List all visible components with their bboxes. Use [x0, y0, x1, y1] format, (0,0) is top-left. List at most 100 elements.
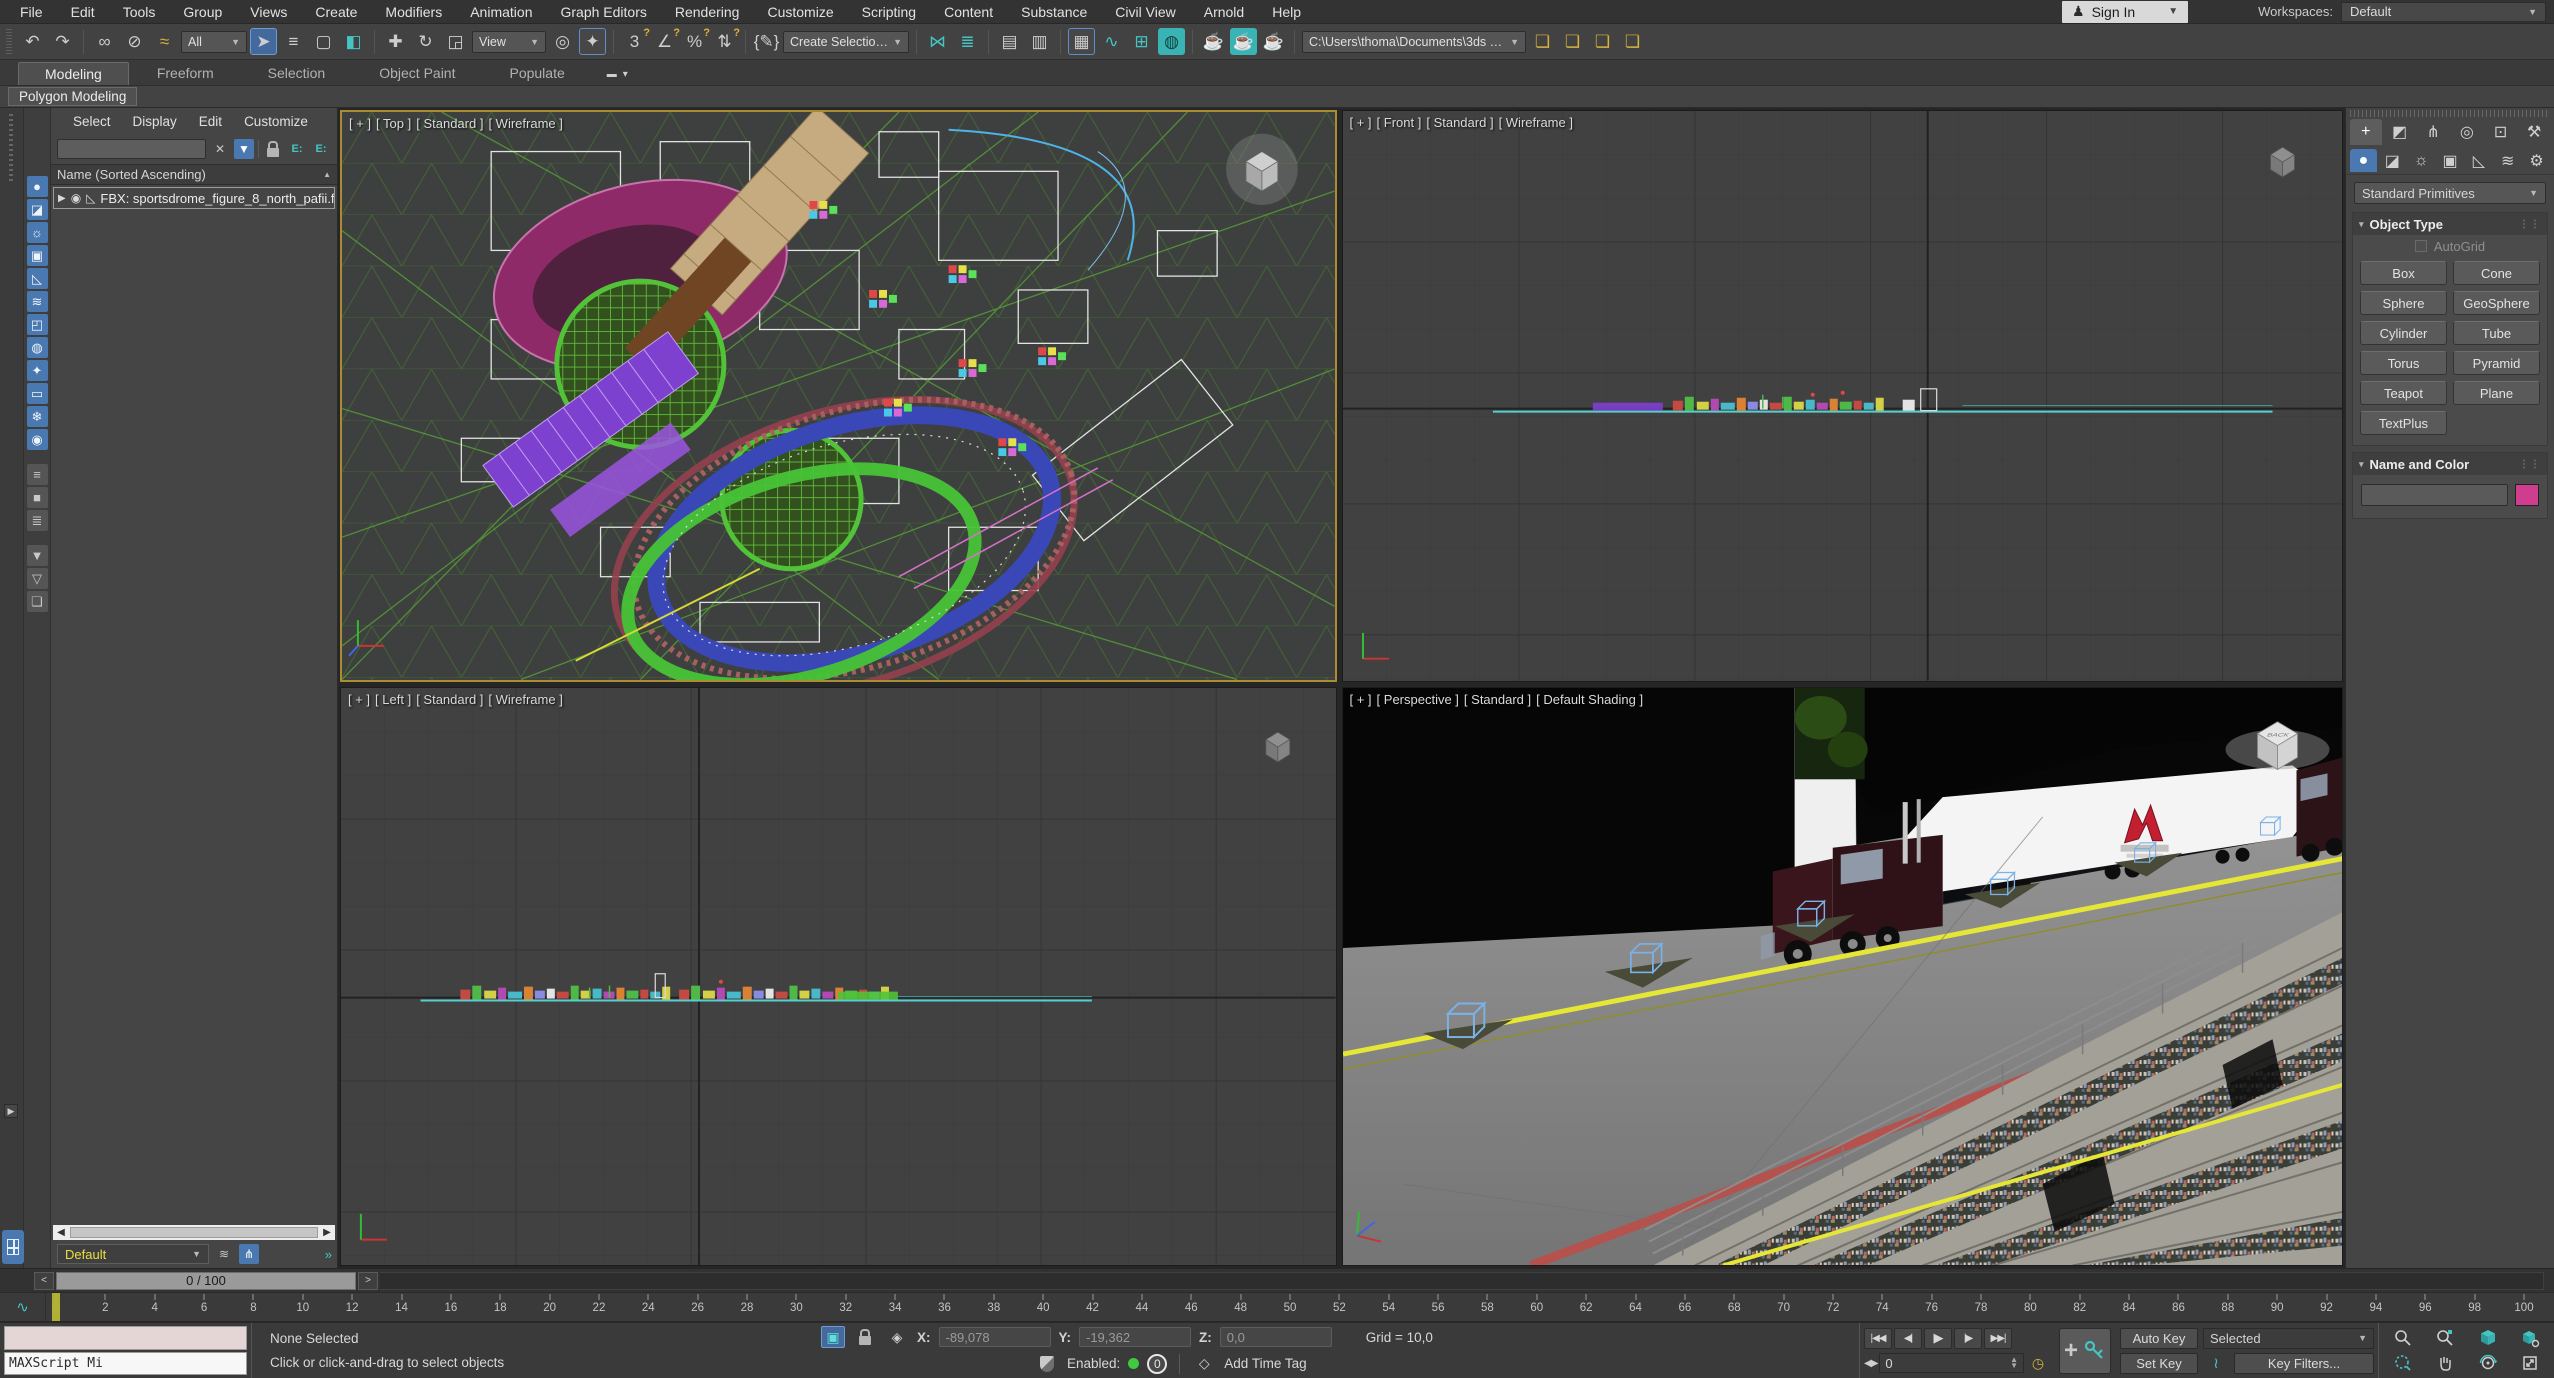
name-color-rollout-header[interactable]: ▾ Name and Color ⋮⋮ — [2353, 453, 2547, 475]
display-space-warps-icon[interactable]: ≋ — [27, 291, 48, 312]
menu-customize[interactable]: Customize — [753, 0, 847, 24]
project-folder-dropdown[interactable]: C:\Users\thoma\Documents\3ds Max 2022▼ — [1302, 31, 1526, 53]
maxscript-mini-listener[interactable]: MAXScript Mi — [0, 1323, 252, 1378]
menu-rendering[interactable]: Rendering — [661, 0, 754, 24]
isolate-selection-icon[interactable]: ▣ — [821, 1326, 845, 1348]
explorer-row-fbx[interactable]: ▶ ◉ ◺ FBX: sportsdrome_figure_8_north_pa… — [53, 187, 335, 209]
schematic-view-icon[interactable]: ⊞ — [1128, 28, 1155, 55]
collapse-all-icon[interactable]: ■ — [27, 487, 48, 508]
render-setup-icon[interactable]: ☕ — [1200, 28, 1227, 55]
viewport-perspective-label-seg-2[interactable]: [ Standard ] — [1464, 692, 1531, 707]
frame-nudge-icon[interactable]: ◀▶ — [1864, 1358, 1877, 1369]
lock-explorer-icon[interactable] — [263, 139, 283, 159]
dock-expand-icon[interactable]: ▶ — [4, 1104, 18, 1118]
scroll-right-icon[interactable]: ▶ — [319, 1227, 335, 1238]
select-object-icon[interactable]: ➤ — [250, 28, 277, 55]
explorer-tree[interactable]: ▶ ◉ ◺ FBX: sportsdrome_figure_8_north_pa… — [51, 185, 337, 1225]
select-and-scale-icon[interactable]: ◲ — [442, 28, 469, 55]
go-to-start-button[interactable]: |◀◀ — [1864, 1328, 1892, 1349]
helpers-category-icon[interactable]: ◺ — [2465, 149, 2492, 172]
menu-scripting[interactable]: Scripting — [848, 0, 930, 24]
create-tab-icon[interactable]: + — [2350, 119, 2382, 145]
display-helpers-icon[interactable]: ◺ — [27, 268, 48, 289]
display-hidden-icon[interactable]: ◉ — [27, 429, 48, 450]
expand-hierarchy-icon[interactable]: E: — [287, 139, 307, 159]
time-configuration-icon[interactable]: ◷ — [2026, 1352, 2050, 1374]
shield-icon[interactable] — [1035, 1353, 1059, 1375]
select-by-name-icon[interactable]: ≡ — [280, 28, 307, 55]
expand-selected-icon[interactable]: ≣ — [27, 510, 48, 531]
next-frame-button[interactable]: |▶ — [1954, 1328, 1982, 1349]
open-explorer-hierarchy-icon[interactable]: ❏ — [1589, 28, 1616, 55]
ribbon-tab-selection[interactable]: Selection — [242, 62, 352, 85]
systems-category-icon[interactable]: ⚙ — [2523, 149, 2550, 172]
mirror-icon[interactable]: ⋈ — [924, 28, 951, 55]
spinner-icon[interactable]: ▲▼ — [2010, 1357, 2018, 1370]
viewport-front-label-seg-3[interactable]: [ Wireframe ] — [1499, 115, 1573, 130]
render-production-icon[interactable]: ☕ — [1260, 28, 1287, 55]
absolute-mode-icon[interactable]: ◈ — [885, 1326, 909, 1348]
viewcube-top[interactable] — [1226, 134, 1298, 205]
object-name-field[interactable] — [2361, 484, 2508, 506]
create-textplus-button[interactable]: TextPlus — [2360, 411, 2447, 435]
expand-all-icon[interactable]: ≡ — [27, 464, 48, 485]
selection-lock-icon[interactable] — [853, 1326, 877, 1348]
reference-coordinate-system-dropdown[interactable]: View▼ — [472, 31, 546, 53]
percent-snap-toggle-icon[interactable]: %? — [681, 28, 708, 55]
previous-frame-button[interactable]: < — [34, 1272, 54, 1290]
create-plane-button[interactable]: Plane — [2453, 381, 2540, 405]
orbit-icon[interactable] — [2468, 1352, 2508, 1376]
viewport-top-label-seg-3[interactable]: [ Wireframe ] — [488, 116, 562, 131]
viewport-left-label-seg-2[interactable]: [ Standard ] — [416, 692, 483, 707]
menu-group[interactable]: Group — [169, 0, 236, 24]
undo-icon[interactable]: ↶ — [19, 28, 46, 55]
viewport-left-canvas[interactable] — [341, 688, 1336, 1265]
object-type-rollout-header[interactable]: ▾ Object Type ⋮⋮ — [2353, 213, 2547, 235]
viewport-front[interactable]: [ + ][ Front ][ Standard ][ Wireframe ] — [1342, 110, 2343, 682]
time-slider-handle[interactable]: 0 / 100 — [56, 1272, 356, 1290]
display-geometry-icon[interactable]: ● — [27, 176, 48, 197]
viewport-top-canvas[interactable] — [342, 112, 1335, 680]
search-filter-icon[interactable]: ▼ — [234, 139, 254, 159]
display-cameras-icon[interactable]: ▣ — [27, 245, 48, 266]
create-pyramid-button[interactable]: Pyramid — [2453, 351, 2540, 375]
current-frame-field[interactable]: 0 ▲▼ — [1879, 1353, 2024, 1373]
explorer-menu-customize[interactable]: Customize — [234, 114, 318, 129]
use-pivot-point-center-icon[interactable]: ◎ — [549, 28, 576, 55]
expand-row-icon[interactable]: ▶ — [58, 193, 66, 204]
visibility-eye-icon[interactable]: ◉ — [71, 191, 81, 205]
key-set-dropdown[interactable]: Selected ▼ — [2203, 1328, 2374, 1349]
active-layer-dropdown[interactable]: Default ▼ — [57, 1244, 209, 1264]
toggle-layer-explorer-icon[interactable]: ▥ — [1026, 28, 1053, 55]
create-sphere-button[interactable]: Sphere — [2360, 291, 2447, 315]
collapse-hierarchy-icon[interactable]: E: — [311, 139, 331, 159]
new-scene-explorer-icon[interactable]: ❏ — [1559, 28, 1586, 55]
menu-help[interactable]: Help — [1258, 0, 1315, 24]
zoom-extents-icon[interactable] — [2468, 1326, 2508, 1350]
time-slider-track[interactable] — [380, 1272, 2544, 1290]
viewport-left-label-seg-1[interactable]: [ Left ] — [375, 692, 411, 707]
rendered-frame-window-icon[interactable]: ☕ — [1230, 28, 1257, 55]
spinner-snap-toggle-icon[interactable]: ⇅? — [711, 28, 738, 55]
y-coordinate-field[interactable]: -19,362 — [1079, 1327, 1191, 1347]
autogrid-checkbox[interactable] — [2415, 240, 2427, 252]
viewport-perspective-label-seg-0[interactable]: [ + ] — [1350, 692, 1372, 707]
explorer-menu-edit[interactable]: Edit — [189, 114, 232, 129]
menu-graph-editors[interactable]: Graph Editors — [546, 0, 660, 24]
viewport-top-label-seg-2[interactable]: [ Standard ] — [416, 116, 483, 131]
select-and-move-icon[interactable]: ✚ — [382, 28, 409, 55]
z-coordinate-field[interactable]: 0,0 — [1220, 1327, 1332, 1347]
shapes-category-icon[interactable]: ◪ — [2379, 149, 2406, 172]
toggle-ribbon-icon[interactable]: ▦ — [1068, 28, 1095, 55]
geometry-category-icon[interactable]: ● — [2350, 149, 2377, 172]
viewport-top-label-seg-0[interactable]: [ + ] — [349, 116, 371, 131]
previous-frame-button[interactable]: ◀| — [1894, 1328, 1922, 1349]
select-and-manipulate-icon[interactable]: ✦ — [579, 28, 606, 55]
set-key-button[interactable]: Set Key — [2120, 1353, 2198, 1374]
footer-overflow-chevrons[interactable]: » — [325, 1247, 331, 1262]
menu-file[interactable]: File — [6, 0, 57, 24]
snaps-toggle-3d-icon[interactable]: 3? — [621, 28, 648, 55]
align-icon[interactable]: ≣ — [954, 28, 981, 55]
hierarchy-view-icon[interactable]: ⋔ — [239, 1244, 259, 1264]
select-and-rotate-icon[interactable]: ↻ — [412, 28, 439, 55]
